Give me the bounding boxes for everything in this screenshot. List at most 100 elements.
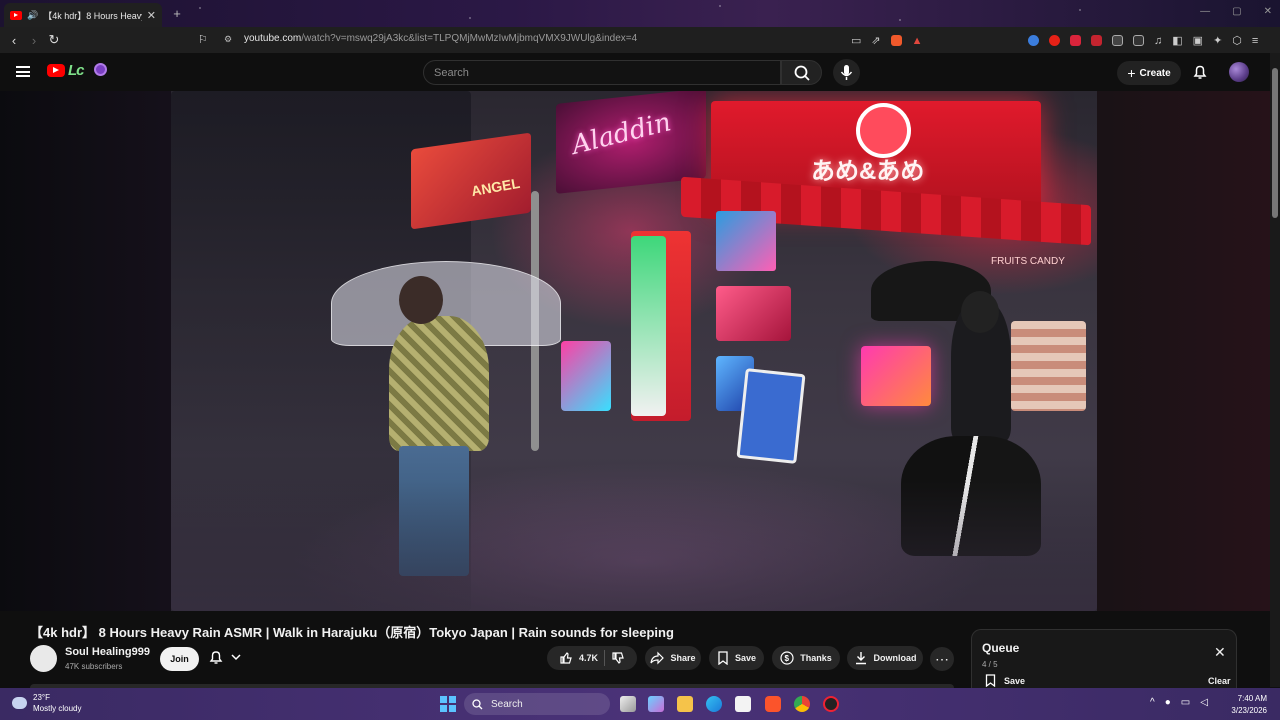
- more-actions-button[interactable]: ⋯: [930, 647, 954, 671]
- vpn-icon[interactable]: ⬡: [1232, 34, 1242, 47]
- extension-icon[interactable]: [1112, 35, 1123, 46]
- youtube-logo-icon[interactable]: [47, 64, 65, 77]
- youtube-favicon-icon: [10, 10, 22, 20]
- candy-shelves: [1011, 321, 1086, 411]
- task-view-icon[interactable]: [620, 696, 636, 712]
- site-info-icon[interactable]: ⚙: [224, 34, 232, 45]
- microphone-icon: [840, 65, 853, 80]
- store-icon[interactable]: [735, 696, 751, 712]
- share-button[interactable]: Share: [645, 646, 701, 670]
- voice-search-button[interactable]: [833, 59, 860, 86]
- search-button[interactable]: [781, 60, 822, 85]
- brave-icon[interactable]: [765, 696, 781, 712]
- join-button[interactable]: Join: [160, 647, 199, 671]
- bookmark-icon[interactable]: ⚐: [198, 33, 208, 46]
- window-close-icon[interactable]: ✕: [1264, 6, 1272, 17]
- create-label: Create: [1139, 67, 1171, 79]
- queue-clear-button[interactable]: Clear: [1208, 676, 1231, 686]
- search-input[interactable]: Search: [423, 60, 781, 85]
- fruits-candy-sign: FRUITS CANDY: [991, 256, 1065, 267]
- download-icon: [855, 652, 866, 665]
- close-tab-icon[interactable]: ✕: [147, 9, 156, 22]
- bell-icon: [209, 651, 223, 664]
- maximize-icon[interactable]: ▢: [1232, 6, 1241, 17]
- like-count[interactable]: 4.7K: [579, 653, 598, 663]
- sandwich-board: [736, 368, 806, 464]
- queue-panel: Queue 4 / 5 ✕ Save Clear: [971, 629, 1237, 689]
- neon-poster: [561, 341, 611, 411]
- back-icon[interactable]: ‹: [4, 33, 24, 48]
- youtube-doodle[interactable]: Lc: [68, 62, 84, 79]
- address-bar: ‹ › ↻ ⚐ ⚙ youtube.com/watch?v=mswq29jA3k…: [0, 27, 1280, 53]
- queue-title: Queue: [982, 641, 1020, 655]
- speaker-icon[interactable]: 🔊: [27, 10, 38, 21]
- extension-icon[interactable]: [1091, 35, 1102, 46]
- url-field[interactable]: youtube.com/watch?v=mswq29jA3kc&list=TLP…: [244, 33, 637, 44]
- weather-condition: Mostly cloudy: [33, 704, 82, 713]
- thumbs-up-icon[interactable]: [559, 651, 573, 665]
- clock-date: 3/23/2026: [1231, 706, 1267, 715]
- copilot-icon[interactable]: [648, 696, 664, 712]
- edge-icon[interactable]: [706, 696, 722, 712]
- menu-icon[interactable]: ≡: [1252, 35, 1258, 47]
- hamburger-menu-icon[interactable]: [16, 66, 30, 77]
- subscription-notifications-button[interactable]: [209, 650, 241, 664]
- sidebar-icon[interactable]: ◧: [1172, 34, 1182, 47]
- microphone-icon[interactable]: ●: [1165, 697, 1171, 708]
- windows-start-icon[interactable]: [440, 696, 456, 712]
- rewards-icon[interactable]: ▲: [912, 35, 923, 47]
- save-button[interactable]: Save: [709, 646, 764, 670]
- notifications-button[interactable]: [1192, 64, 1208, 80]
- bookmark-icon: [718, 651, 728, 665]
- browser-tab[interactable]: 🔊 【4k hdr】8 Hours Heavy Rain ✕: [4, 3, 162, 27]
- divider: [604, 650, 605, 666]
- minimize-icon[interactable]: —: [1200, 6, 1210, 17]
- app-icon[interactable]: [823, 696, 839, 712]
- youtube-extension-icon[interactable]: [1049, 35, 1060, 46]
- extension-icon[interactable]: [1028, 35, 1039, 46]
- thumbs-down-icon[interactable]: [611, 651, 625, 665]
- new-tab-button[interactable]: +: [168, 5, 186, 22]
- extension-icon[interactable]: [1070, 35, 1081, 46]
- close-queue-icon[interactable]: ✕: [1214, 644, 1226, 661]
- queue-save-button[interactable]: Save: [985, 674, 1025, 687]
- temperature: 23°F: [33, 693, 50, 702]
- clock-time: 7:40 AM: [1237, 694, 1267, 703]
- scrollbar-thumb[interactable]: [1272, 68, 1278, 218]
- channel-name[interactable]: Soul Healing999: [65, 646, 150, 658]
- show-hidden-icons[interactable]: ^: [1150, 697, 1155, 708]
- taskbar: 23°F Mostly cloudy Search ^ ● ▭ ◁ 7:40 A…: [0, 688, 1280, 720]
- menu-board: [631, 236, 666, 416]
- share-page-icon[interactable]: ⇗: [871, 34, 880, 47]
- cast-icon[interactable]: ▭: [851, 34, 861, 47]
- taskbar-search-label: Search: [491, 698, 523, 710]
- reload-icon[interactable]: ↻: [44, 32, 64, 48]
- taskbar-search[interactable]: Search: [464, 693, 610, 715]
- weather-widget[interactable]: 23°F Mostly cloudy: [12, 692, 81, 714]
- wet-pavement: [171, 481, 1097, 611]
- url-path: /watch?v=mswq29jA3kc&list=TLPQMjMwMzIwMj…: [301, 33, 638, 44]
- youtube-header: Lc Search + Create: [0, 53, 1280, 91]
- channel-avatar[interactable]: [30, 645, 57, 672]
- subscriber-count: 47K subscribers: [65, 662, 123, 671]
- extension-icon[interactable]: [1133, 35, 1144, 46]
- brave-shield-icon[interactable]: [890, 35, 902, 46]
- forward-icon[interactable]: ›: [24, 33, 44, 48]
- wallet-icon[interactable]: ▣: [1193, 34, 1203, 47]
- account-avatar[interactable]: [1229, 62, 1249, 82]
- system-clock[interactable]: 7:40 AM 3/23/2026: [1227, 693, 1267, 717]
- volume-icon[interactable]: ◁: [1200, 697, 1208, 708]
- leo-icon[interactable]: ✦: [1213, 34, 1222, 47]
- video-player[interactable]: ANGEL Aladdin あめ&あめ FRUITS CANDY: [171, 91, 1097, 611]
- cloud-icon: [12, 697, 27, 709]
- download-button[interactable]: Download: [847, 646, 923, 670]
- neon-display: [861, 346, 931, 406]
- more-icon: ⋯: [935, 650, 949, 667]
- music-icon[interactable]: ♫: [1154, 35, 1162, 47]
- download-label: Download: [873, 653, 917, 663]
- network-icon[interactable]: ▭: [1181, 697, 1190, 708]
- chrome-icon[interactable]: [794, 696, 810, 712]
- thanks-button[interactable]: $ Thanks: [772, 646, 840, 670]
- file-explorer-icon[interactable]: [677, 696, 693, 712]
- create-button[interactable]: + Create: [1117, 61, 1181, 85]
